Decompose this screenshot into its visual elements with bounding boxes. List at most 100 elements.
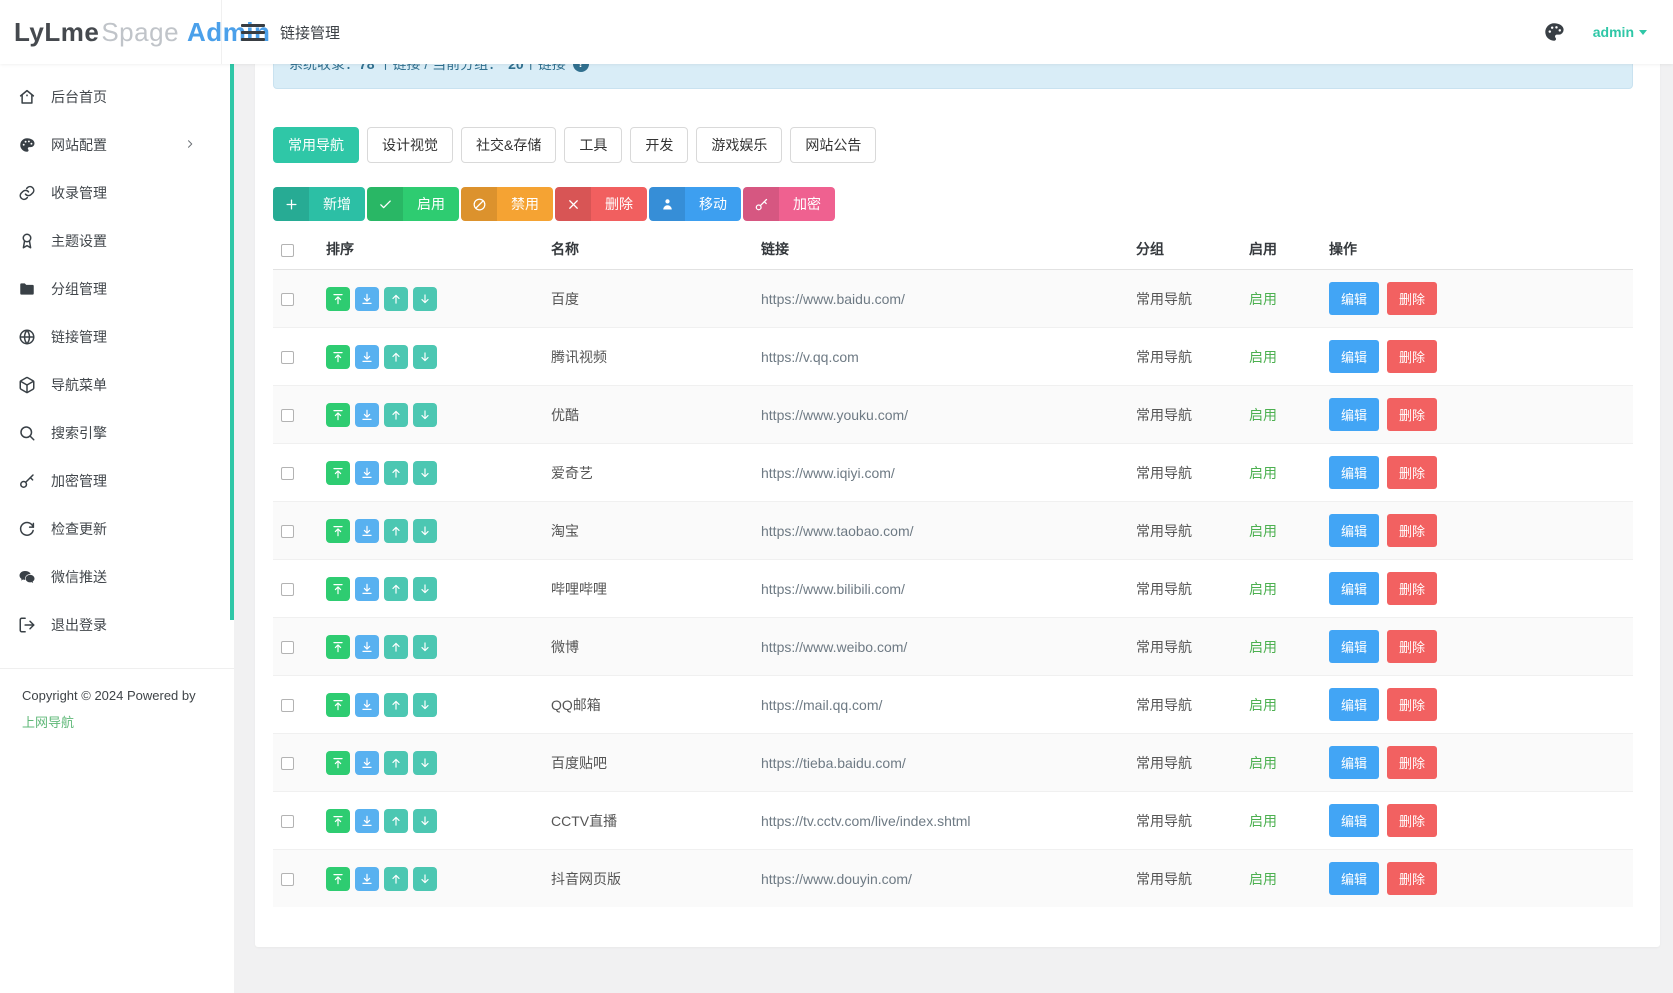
category-tab[interactable]: 网站公告 (790, 127, 876, 163)
edit-button[interactable]: 编辑 (1329, 862, 1379, 895)
sort-bottom-button[interactable] (355, 403, 379, 427)
encrypt-button[interactable]: 加密 (743, 187, 835, 221)
sort-up-button[interactable] (384, 635, 408, 659)
row-checkbox[interactable] (281, 757, 294, 770)
category-tab[interactable]: 常用导航 (273, 127, 359, 163)
sort-bottom-button[interactable] (355, 693, 379, 717)
category-tab[interactable]: 设计视觉 (367, 127, 453, 163)
edit-button[interactable]: 编辑 (1329, 630, 1379, 663)
row-checkbox[interactable] (281, 293, 294, 306)
sidebar-item-link[interactable]: 收录管理 (0, 169, 234, 217)
sort-top-button[interactable] (326, 693, 350, 717)
copyright-link[interactable]: 上网导航 (22, 712, 74, 731)
sort-down-button[interactable] (413, 867, 437, 891)
sort-down-button[interactable] (413, 345, 437, 369)
disable-button[interactable]: 禁用 (461, 187, 553, 221)
sort-down-button[interactable] (413, 287, 437, 311)
sort-bottom-button[interactable] (355, 287, 379, 311)
row-checkbox[interactable] (281, 873, 294, 886)
sort-down-button[interactable] (413, 809, 437, 833)
sort-up-button[interactable] (384, 519, 408, 543)
sort-up-button[interactable] (384, 809, 408, 833)
edit-button[interactable]: 编辑 (1329, 804, 1379, 837)
sidebar-item-key[interactable]: 加密管理 (0, 457, 234, 505)
row-checkbox[interactable] (281, 583, 294, 596)
sort-down-button[interactable] (413, 635, 437, 659)
sort-bottom-button[interactable] (355, 867, 379, 891)
sort-bottom-button[interactable] (355, 809, 379, 833)
sort-down-button[interactable] (413, 461, 437, 485)
category-tab[interactable]: 游戏娱乐 (696, 127, 782, 163)
edit-button[interactable]: 编辑 (1329, 746, 1379, 779)
sort-top-button[interactable] (326, 345, 350, 369)
sort-up-button[interactable] (384, 287, 408, 311)
menu-toggle-button[interactable] (241, 24, 265, 41)
sidebar-item-refresh[interactable]: 检查更新 (0, 505, 234, 553)
row-checkbox[interactable] (281, 409, 294, 422)
sort-bottom-button[interactable] (355, 577, 379, 601)
delete-button[interactable]: 删除 (1387, 456, 1437, 489)
edit-button[interactable]: 编辑 (1329, 514, 1379, 547)
sidebar-item-palette[interactable]: 网站配置 (0, 121, 234, 169)
edit-button[interactable]: 编辑 (1329, 456, 1379, 489)
sort-up-button[interactable] (384, 577, 408, 601)
sort-bottom-button[interactable] (355, 519, 379, 543)
category-tab[interactable]: 开发 (630, 127, 688, 163)
sort-top-button[interactable] (326, 519, 350, 543)
sidebar-item-award[interactable]: 主题设置 (0, 217, 234, 265)
edit-button[interactable]: 编辑 (1329, 688, 1379, 721)
delete-button[interactable]: 删除 (1387, 340, 1437, 373)
sort-down-button[interactable] (413, 693, 437, 717)
sort-top-button[interactable] (326, 287, 350, 311)
sidebar-item-logout[interactable]: 退出登录 (0, 601, 234, 649)
delete-button[interactable]: 删除 (555, 187, 647, 221)
sort-bottom-button[interactable] (355, 345, 379, 369)
add-button[interactable]: 新增 (273, 187, 365, 221)
sort-bottom-button[interactable] (355, 751, 379, 775)
sort-up-button[interactable] (384, 693, 408, 717)
sort-down-button[interactable] (413, 403, 437, 427)
edit-button[interactable]: 编辑 (1329, 398, 1379, 431)
user-menu[interactable]: admin (1593, 24, 1647, 40)
theme-palette-button[interactable] (1543, 21, 1565, 43)
enable-button[interactable]: 启用 (367, 187, 459, 221)
row-checkbox[interactable] (281, 699, 294, 712)
category-tab[interactable]: 社交&存储 (461, 127, 556, 163)
sort-top-button[interactable] (326, 809, 350, 833)
category-tab[interactable]: 工具 (564, 127, 622, 163)
sort-top-button[interactable] (326, 867, 350, 891)
sort-up-button[interactable] (384, 403, 408, 427)
delete-button[interactable]: 删除 (1387, 804, 1437, 837)
delete-button[interactable]: 删除 (1387, 282, 1437, 315)
sidebar-item-globe[interactable]: 链接管理 (0, 313, 234, 361)
sort-top-button[interactable] (326, 403, 350, 427)
sidebar-item-package[interactable]: 导航菜单 (0, 361, 234, 409)
sidebar-item-wechat[interactable]: 微信推送 (0, 553, 234, 601)
select-all-checkbox[interactable] (281, 244, 294, 257)
sort-top-button[interactable] (326, 635, 350, 659)
sort-down-button[interactable] (413, 751, 437, 775)
delete-button[interactable]: 删除 (1387, 572, 1437, 605)
sidebar-item-folder[interactable]: 分组管理 (0, 265, 234, 313)
sort-up-button[interactable] (384, 461, 408, 485)
row-checkbox[interactable] (281, 641, 294, 654)
sort-top-button[interactable] (326, 461, 350, 485)
sort-up-button[interactable] (384, 751, 408, 775)
delete-button[interactable]: 删除 (1387, 630, 1437, 663)
sort-bottom-button[interactable] (355, 635, 379, 659)
delete-button[interactable]: 删除 (1387, 688, 1437, 721)
delete-button[interactable]: 删除 (1387, 514, 1437, 547)
delete-button[interactable]: 删除 (1387, 746, 1437, 779)
sort-top-button[interactable] (326, 751, 350, 775)
sidebar-item-search[interactable]: 搜索引擎 (0, 409, 234, 457)
sort-bottom-button[interactable] (355, 461, 379, 485)
sort-down-button[interactable] (413, 577, 437, 601)
sort-up-button[interactable] (384, 867, 408, 891)
row-checkbox[interactable] (281, 351, 294, 364)
row-checkbox[interactable] (281, 525, 294, 538)
edit-button[interactable]: 编辑 (1329, 340, 1379, 373)
edit-button[interactable]: 编辑 (1329, 282, 1379, 315)
row-checkbox[interactable] (281, 467, 294, 480)
move-button[interactable]: 移动 (649, 187, 741, 221)
edit-button[interactable]: 编辑 (1329, 572, 1379, 605)
